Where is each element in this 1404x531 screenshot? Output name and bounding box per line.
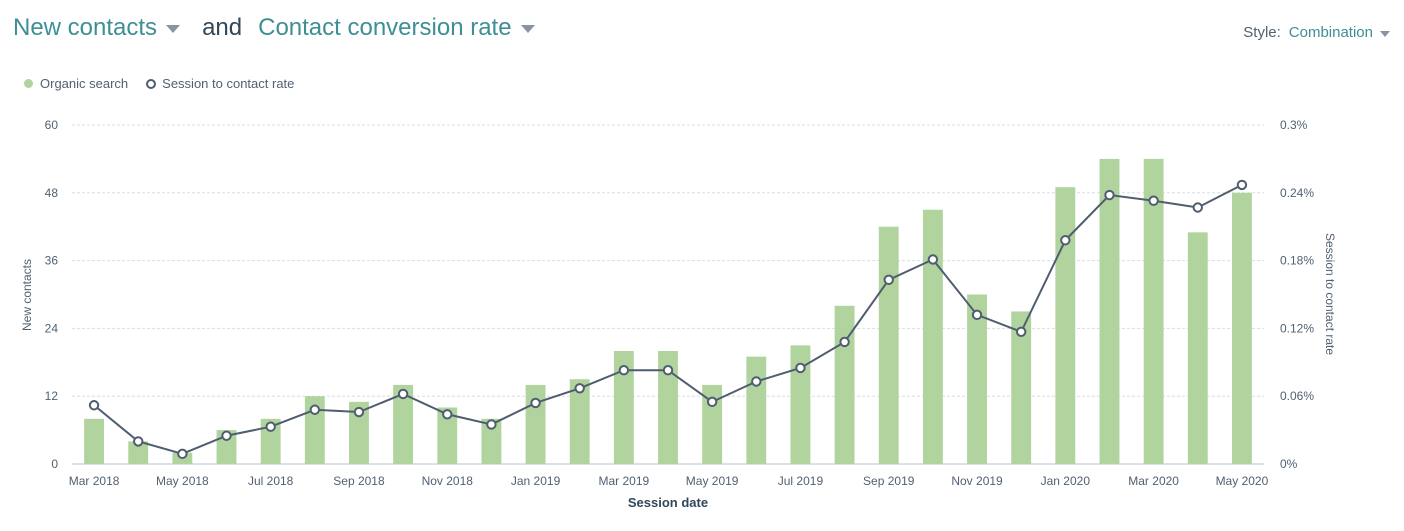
- x-tick-label: Mar 2020: [1128, 474, 1179, 488]
- line-point[interactable]: [221, 430, 232, 441]
- line-point[interactable]: [662, 365, 674, 376]
- bar[interactable]: [1055, 187, 1076, 464]
- x-tick-label: Jul 2018: [248, 474, 294, 488]
- bar-series: [84, 158, 1252, 465]
- line-point[interactable]: [795, 362, 806, 374]
- line-point[interactable]: [706, 396, 718, 408]
- x-axis-title: Session date: [628, 495, 708, 510]
- y-tick-label: 36: [45, 254, 59, 268]
- bar[interactable]: [1231, 192, 1252, 465]
- line-point[interactable]: [1148, 195, 1159, 206]
- y2-tick-label: 0.06%: [1280, 389, 1314, 403]
- line-point[interactable]: [397, 388, 409, 400]
- line-point[interactable]: [751, 376, 762, 387]
- bar[interactable]: [834, 305, 855, 464]
- bar[interactable]: [1099, 158, 1120, 464]
- x-tick-label: Jan 2020: [1041, 474, 1091, 488]
- line-point[interactable]: [442, 409, 453, 420]
- line-point[interactable]: [88, 400, 100, 411]
- line-point[interactable]: [309, 404, 321, 415]
- line-point[interactable]: [1192, 202, 1203, 213]
- x-axis-ticks: Mar 2018 May 2018 Jul 2018 Sep 2018 Nov 2018…: [69, 474, 1269, 488]
- line-point[interactable]: [1236, 179, 1248, 191]
- y-axis-title: New contacts: [20, 259, 34, 331]
- y2-tick-label: 0.3%: [1280, 118, 1308, 132]
- line-point[interactable]: [1015, 326, 1027, 337]
- line-point[interactable]: [927, 254, 939, 265]
- y2-tick-label: 0.24%: [1280, 186, 1314, 200]
- combination-chart: 0 12 24 36 48 60 0% 0.06% 0.12% 0.18% 0.24% 0.3% M…: [20, 118, 1337, 510]
- line-point[interactable]: [177, 448, 188, 460]
- y2-tick-label: 0.18%: [1280, 254, 1314, 268]
- line-point[interactable]: [618, 365, 630, 376]
- line-point[interactable]: [574, 383, 585, 394]
- bar[interactable]: [84, 418, 105, 464]
- line-point[interactable]: [486, 419, 497, 430]
- x-tick-label: Sep 2018: [333, 474, 385, 488]
- x-tick-label: May 2020: [1216, 474, 1269, 488]
- bar[interactable]: [746, 356, 767, 464]
- line-point[interactable]: [1060, 235, 1071, 246]
- bar[interactable]: [878, 226, 899, 464]
- x-tick-label: Jul 2019: [778, 474, 824, 488]
- x-tick-label: May 2018: [156, 474, 209, 488]
- y-tick-label: 48: [45, 186, 59, 200]
- x-tick-label: Sep 2019: [863, 474, 915, 488]
- line-point[interactable]: [1104, 189, 1115, 201]
- y-tick-label: 60: [45, 118, 59, 132]
- y2-tick-label: 0.12%: [1280, 321, 1314, 335]
- line-point[interactable]: [265, 421, 276, 432]
- line-point[interactable]: [883, 274, 894, 286]
- x-tick-label: Mar 2019: [599, 474, 650, 488]
- line-point[interactable]: [530, 397, 541, 409]
- y-tick-label: 0: [51, 457, 58, 471]
- y-tick-label: 24: [45, 321, 59, 335]
- y-tick-label: 12: [45, 389, 59, 403]
- right-axis-ticks: 0% 0.06% 0.12% 0.18% 0.24% 0.3%: [1280, 118, 1314, 471]
- left-axis-ticks: 0 12 24 36 48 60: [45, 118, 59, 471]
- x-tick-label: Nov 2018: [422, 474, 474, 488]
- bar[interactable]: [525, 384, 546, 464]
- y2-axis-title: Session to contact rate: [1323, 233, 1337, 355]
- bar[interactable]: [922, 209, 943, 464]
- y2-tick-label: 0%: [1280, 457, 1298, 471]
- x-tick-label: Mar 2018: [69, 474, 120, 488]
- x-tick-label: Nov 2019: [951, 474, 1003, 488]
- line-point[interactable]: [971, 309, 983, 321]
- x-tick-label: Jan 2019: [511, 474, 561, 488]
- line-point[interactable]: [353, 406, 365, 418]
- line-point[interactable]: [839, 336, 850, 348]
- bar[interactable]: [1187, 232, 1208, 464]
- x-tick-label: May 2019: [686, 474, 739, 488]
- line-point[interactable]: [133, 436, 144, 447]
